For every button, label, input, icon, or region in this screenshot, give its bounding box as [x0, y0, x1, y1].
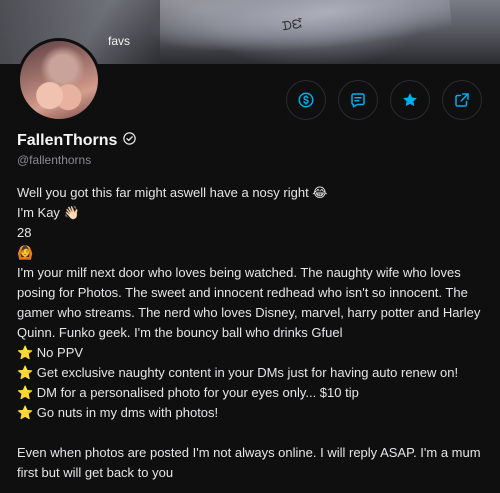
- share-icon: [455, 93, 469, 107]
- message-button[interactable]: [338, 80, 378, 120]
- avatar[interactable]: [17, 38, 101, 122]
- cover-caption: favs: [108, 34, 131, 48]
- bio-line: 🙆: [17, 245, 34, 260]
- profile-name: FallenThorns: [17, 132, 118, 149]
- dollar-icon: [298, 92, 314, 108]
- cover-tattoo-text: ᗪᘿ: [281, 16, 304, 34]
- bio-bullet: ⭐ No PPV: [17, 345, 84, 360]
- profile-bio: Well you got this far might aswell have …: [17, 183, 487, 483]
- verified-icon: [122, 131, 137, 151]
- star-icon: [403, 93, 417, 107]
- bio-bullet: ⭐ DM for a personalised photo for your e…: [17, 385, 359, 400]
- bio-closing: Even when photos are posted I'm not alwa…: [17, 445, 481, 480]
- bio-spacer: [17, 423, 487, 443]
- bio-line: I'm Kay 👋🏻: [17, 205, 80, 220]
- bio-line: Well you got this far might aswell have …: [17, 185, 328, 200]
- bio-bullet: ⭐ Get exclusive naughty content in your …: [17, 365, 459, 380]
- favorite-button[interactable]: [390, 80, 430, 120]
- profile-name-row: FallenThorns: [17, 131, 137, 151]
- tip-button[interactable]: [286, 80, 326, 120]
- message-icon: [351, 93, 365, 108]
- bio-bullet: ⭐ Go nuts in my dms with photos!: [17, 405, 219, 420]
- bio-line: 28: [17, 225, 32, 240]
- profile-action-buttons: [286, 80, 482, 120]
- share-button[interactable]: [442, 80, 482, 120]
- bio-paragraph: I'm your milf next door who loves being …: [17, 265, 481, 340]
- profile-handle: @fallenthorns: [17, 153, 92, 167]
